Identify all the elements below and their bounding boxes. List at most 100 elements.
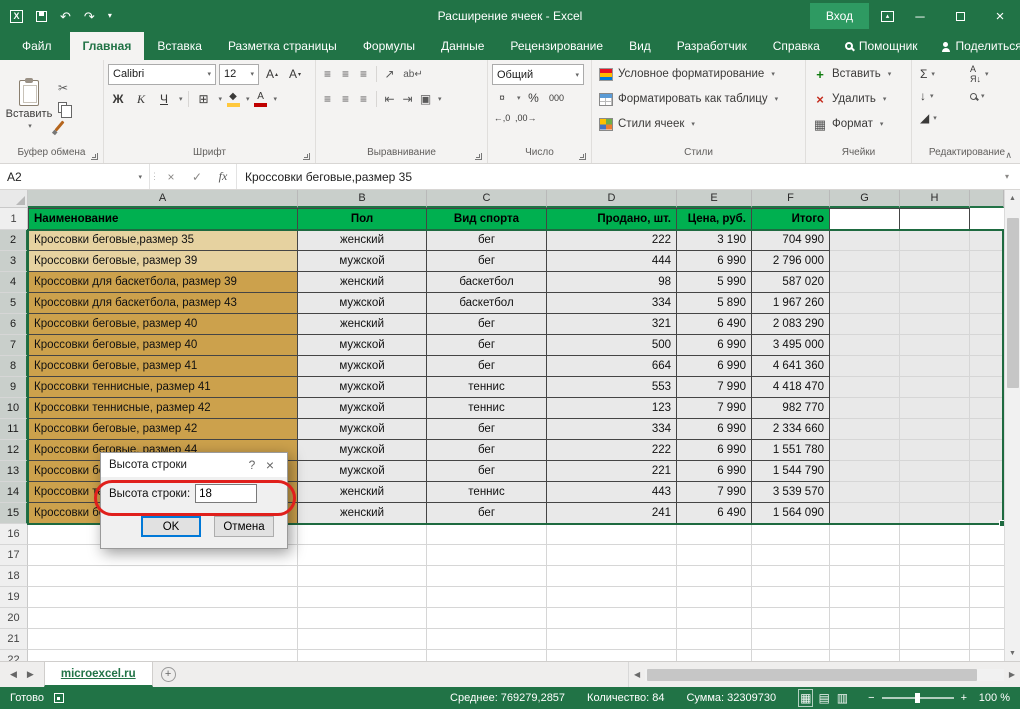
- cell[interactable]: 664: [547, 356, 677, 377]
- wrap-text-icon[interactable]: ab↵: [400, 67, 426, 81]
- cell[interactable]: [830, 566, 900, 587]
- cell[interactable]: [900, 440, 970, 461]
- cell[interactable]: [298, 650, 427, 661]
- dialog-close-icon[interactable]: ×: [261, 457, 279, 473]
- cell[interactable]: 6 990: [677, 440, 752, 461]
- cell[interactable]: бег: [427, 461, 547, 482]
- cell[interactable]: [677, 650, 752, 661]
- currency-format-icon[interactable]: ¤: [492, 88, 512, 108]
- cell[interactable]: Кроссовки беговые, размер 41: [28, 356, 298, 377]
- cut-icon[interactable]: ✂: [58, 82, 68, 95]
- zoom-in-icon[interactable]: +: [961, 692, 967, 704]
- borders-icon[interactable]: ⊞: [194, 89, 214, 109]
- font-name-select[interactable]: Calibri▾: [108, 64, 216, 85]
- cell[interactable]: [900, 230, 970, 251]
- cell[interactable]: [752, 587, 830, 608]
- cell[interactable]: [298, 524, 427, 545]
- decrease-indent-icon[interactable]: ⇤: [382, 92, 397, 106]
- cell[interactable]: [547, 629, 677, 650]
- cell[interactable]: [677, 545, 752, 566]
- cell[interactable]: [830, 314, 900, 335]
- cell[interactable]: 2 083 290: [752, 314, 830, 335]
- formula-input[interactable]: Кроссовки беговые,размер 35: [236, 164, 994, 189]
- scroll-down-icon[interactable]: ▼: [1005, 645, 1020, 661]
- cell[interactable]: 4 418 470: [752, 377, 830, 398]
- row-header[interactable]: 4: [0, 272, 28, 293]
- cell[interactable]: [547, 545, 677, 566]
- cell[interactable]: 7 990: [677, 398, 752, 419]
- row-header[interactable]: 21: [0, 629, 28, 650]
- row-header[interactable]: 12: [0, 440, 28, 461]
- cell[interactable]: [830, 293, 900, 314]
- cell[interactable]: 221: [547, 461, 677, 482]
- cancel-button[interactable]: Отмена: [214, 516, 274, 537]
- cell[interactable]: [830, 545, 900, 566]
- cell[interactable]: [752, 566, 830, 587]
- row-header[interactable]: 11: [0, 419, 28, 440]
- cell[interactable]: 321: [547, 314, 677, 335]
- font-size-select[interactable]: 12▾: [219, 64, 259, 85]
- cell[interactable]: 222: [547, 440, 677, 461]
- cell[interactable]: 1 967 260: [752, 293, 830, 314]
- cell[interactable]: [830, 272, 900, 293]
- cell[interactable]: [298, 566, 427, 587]
- ribbon-tab[interactable]: Данные: [428, 32, 497, 60]
- cell[interactable]: 3 539 570: [752, 482, 830, 503]
- row-header[interactable]: 16: [0, 524, 28, 545]
- cell[interactable]: [547, 650, 677, 661]
- increase-font-icon[interactable]: А▴: [262, 64, 282, 84]
- header-cell[interactable]: Пол: [298, 208, 427, 230]
- cell[interactable]: мужской: [298, 377, 427, 398]
- cell[interactable]: [830, 356, 900, 377]
- cell[interactable]: [547, 608, 677, 629]
- sheet-tab-active[interactable]: microexcel.ru: [44, 662, 153, 687]
- cell[interactable]: [427, 629, 547, 650]
- horizontal-scrollbar-thumb[interactable]: [647, 669, 977, 681]
- cell[interactable]: [28, 566, 298, 587]
- copy-icon[interactable]: [58, 102, 67, 113]
- cell[interactable]: бег: [427, 314, 547, 335]
- cell[interactable]: 6 990: [677, 356, 752, 377]
- cell[interactable]: теннис: [427, 482, 547, 503]
- align-middle-icon[interactable]: ≡: [338, 67, 353, 81]
- cell[interactable]: 6 490: [677, 503, 752, 524]
- align-bottom-icon[interactable]: ≡: [356, 67, 371, 81]
- cell[interactable]: Кроссовки беговые, размер 42: [28, 419, 298, 440]
- macro-record-icon[interactable]: [54, 693, 64, 703]
- next-sheet-icon[interactable]: ▶: [27, 669, 34, 680]
- cell[interactable]: [677, 566, 752, 587]
- ribbon-tab[interactable]: Рецензирование: [497, 32, 616, 60]
- cell[interactable]: [547, 587, 677, 608]
- cell[interactable]: [830, 587, 900, 608]
- fill-button[interactable]: ↓▾: [916, 89, 966, 103]
- cell[interactable]: [900, 545, 970, 566]
- row-header[interactable]: 15: [0, 503, 28, 524]
- cell[interactable]: [427, 650, 547, 661]
- cell[interactable]: Кроссовки беговые,размер 35: [28, 230, 298, 251]
- cell[interactable]: [830, 482, 900, 503]
- row-header[interactable]: 6: [0, 314, 28, 335]
- save-icon[interactable]: [36, 11, 47, 22]
- insert-function-icon[interactable]: fx: [210, 164, 236, 189]
- cell[interactable]: баскетбол: [427, 293, 547, 314]
- zoom-slider[interactable]: [882, 697, 954, 699]
- clear-button[interactable]: ◢▾: [916, 111, 966, 125]
- cell[interactable]: [677, 524, 752, 545]
- row-header[interactable]: 2: [0, 230, 28, 251]
- align-center-icon[interactable]: ≡: [338, 92, 353, 106]
- horizontal-scrollbar[interactable]: ◀ ▶: [628, 662, 1020, 687]
- scroll-up-icon[interactable]: ▲: [1005, 190, 1020, 206]
- cell[interactable]: [900, 629, 970, 650]
- cell[interactable]: 123: [547, 398, 677, 419]
- ribbon-tab[interactable]: Вид: [616, 32, 664, 60]
- cell[interactable]: [830, 650, 900, 661]
- cell[interactable]: [900, 587, 970, 608]
- cell[interactable]: женский: [298, 314, 427, 335]
- cell[interactable]: [752, 524, 830, 545]
- cell[interactable]: [900, 461, 970, 482]
- cell[interactable]: [900, 503, 970, 524]
- cell[interactable]: [28, 629, 298, 650]
- cell[interactable]: [677, 629, 752, 650]
- redo-icon[interactable]: ↷: [84, 10, 95, 23]
- sort-filter-button[interactable]: АЯ↓▾: [966, 64, 1018, 84]
